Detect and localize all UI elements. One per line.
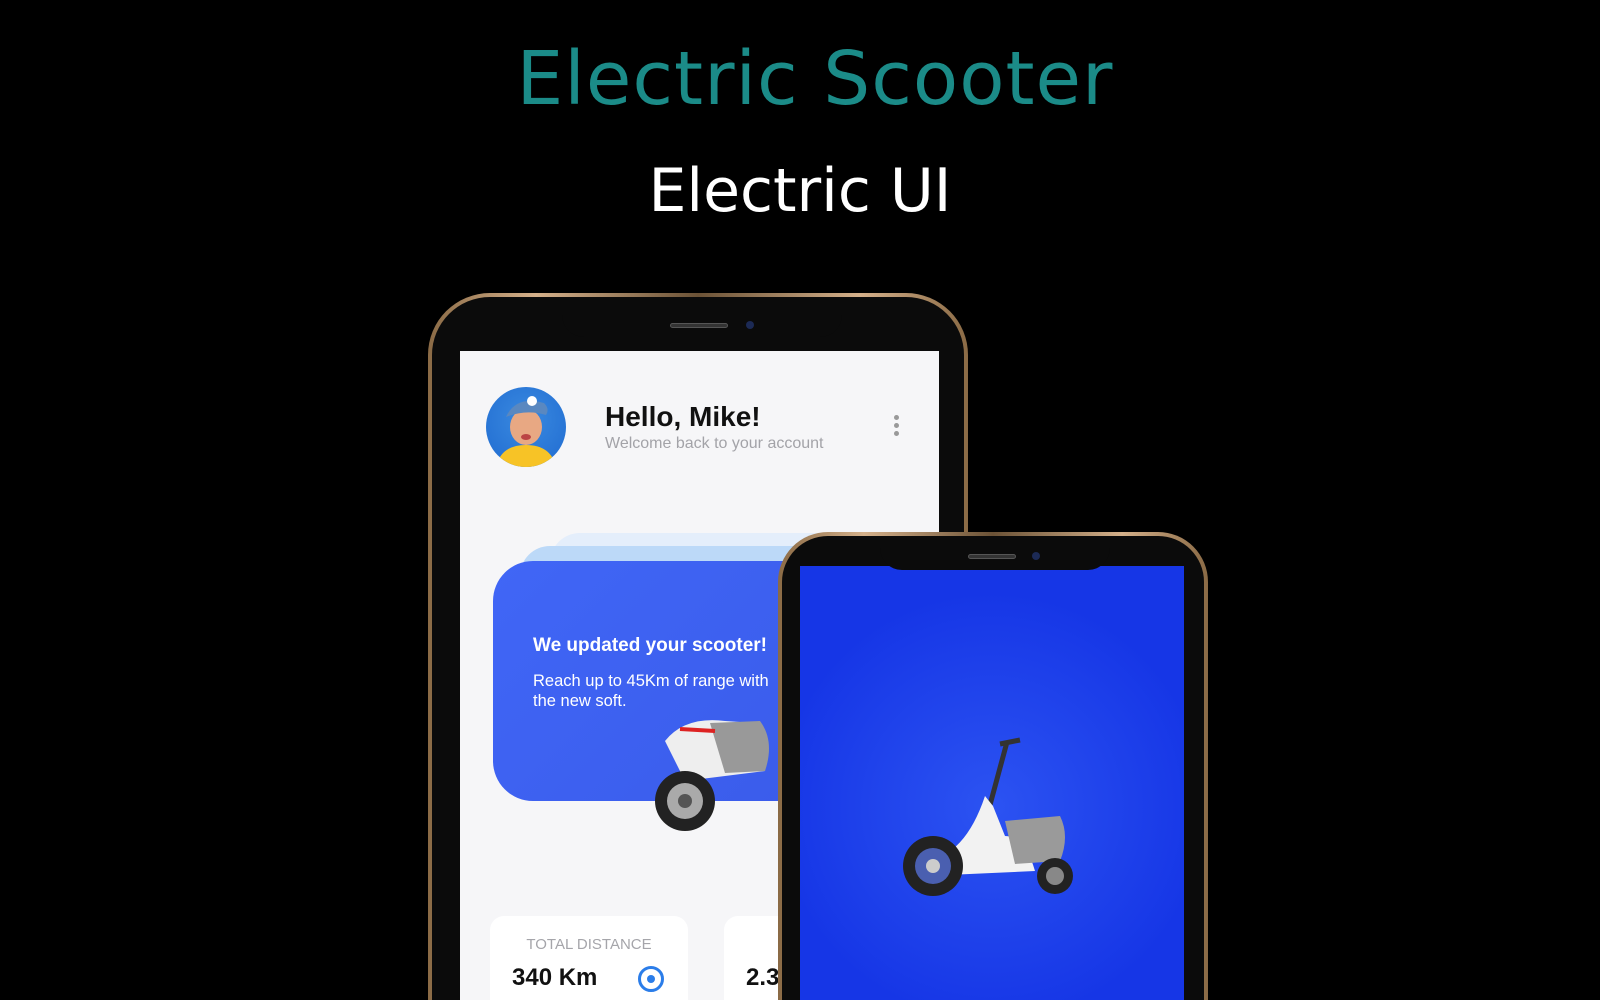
target-icon [638,966,664,992]
speaker [670,323,728,328]
phone-splash-mockup [778,532,1208,1000]
greeting: Hello, Mike! [605,401,761,432]
more-vertical-icon[interactable] [892,415,900,436]
avatar[interactable] [486,387,566,467]
stat-card-distance[interactable]: TOTAL DISTANCE 340 Km [490,916,688,1000]
scooter-image [655,720,769,831]
stat-value: 2.3 [746,964,780,991]
page-title: Electric Scooter [516,36,1114,122]
stat-label: TOTAL DISTANCE [526,936,652,953]
camera [1032,552,1040,560]
splash-screen [800,566,1184,1000]
page-subtitle: Electric UI [648,156,952,226]
scooter-image [903,737,1073,896]
banner-text: Reach up to 45Km of range with the new s… [533,672,769,710]
stat-value: 340 Km [512,964,598,991]
notch [880,536,1110,570]
speaker [968,554,1016,559]
banner-title: We updated your scooter! [533,635,768,656]
welcome-text: Welcome back to your account [605,435,824,452]
notch [562,297,842,337]
camera [746,321,754,329]
